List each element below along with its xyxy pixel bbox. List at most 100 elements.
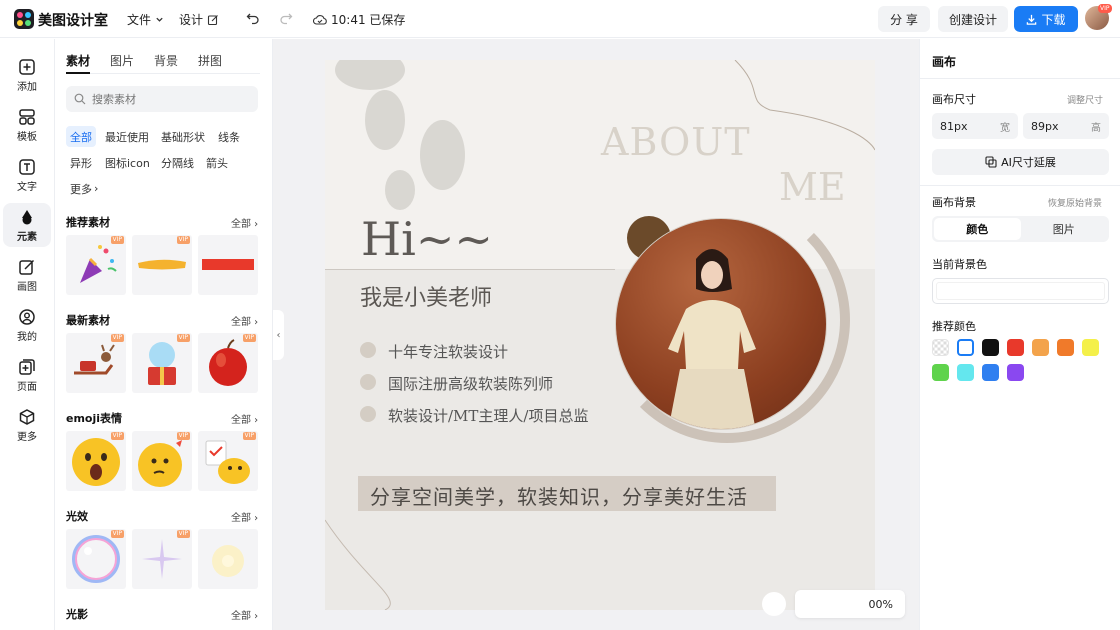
download-button[interactable]: 下载 [1014, 6, 1078, 32]
tagline-text[interactable]: 分享空间美学，软装知识，分享美好生活 [370, 481, 748, 510]
rail-item-templates[interactable]: 模板 [3, 103, 51, 147]
chip-irregular[interactable]: 异形 [66, 152, 96, 173]
color-swatch[interactable] [957, 339, 974, 356]
color-swatch[interactable] [932, 364, 949, 381]
asset-thumb-sparkle[interactable]: VIP [132, 529, 192, 589]
section-all-emoji[interactable]: 全部 › [231, 411, 258, 426]
all-label: 全部 [231, 611, 251, 622]
tab-collage[interactable]: 拼图 [198, 52, 222, 74]
panel-title: 画布 [932, 55, 957, 69]
tab-backgrounds[interactable]: 背景 [154, 52, 178, 74]
portrait-photo[interactable] [615, 218, 827, 430]
file-menu[interactable]: 文件 [127, 11, 164, 28]
asset-thumb-red-bar[interactable] [198, 235, 258, 295]
hi-greeting[interactable]: Hi~~ [361, 212, 493, 266]
rail-item-mine[interactable]: 我的 [3, 303, 51, 347]
rail-item-text[interactable]: 文字 [3, 153, 51, 197]
collapse-panel-button[interactable]: ‹ [273, 310, 284, 360]
asset-thumb-bubble[interactable]: VIP [66, 529, 126, 589]
width-value: 81px [940, 119, 968, 133]
sleigh-icon [74, 344, 115, 375]
zoom-control[interactable]: 00% [795, 590, 905, 618]
height-field[interactable]: 89px 高 [1023, 113, 1109, 139]
tab-bg-image[interactable]: 图片 [1021, 218, 1108, 240]
color-swatch[interactable] [932, 339, 949, 356]
save-status-text: 10:41 已保存 [331, 13, 406, 27]
color-swatch[interactable] [957, 364, 974, 381]
zoom-help-button[interactable] [762, 592, 786, 616]
redo-icon[interactable] [277, 9, 295, 27]
rail-item-label: 更多 [17, 431, 37, 443]
color-swatch[interactable] [982, 339, 999, 356]
rail-item-elements[interactable]: 元素 [3, 203, 51, 247]
asset-thumb-thinking-emoji[interactable]: VIP [132, 431, 192, 491]
section-all-recommended[interactable]: 全部 › [231, 215, 258, 230]
tab-bg-color[interactable]: 颜色 [934, 218, 1021, 240]
chip-icons[interactable]: 图标icon [101, 152, 154, 173]
app-logo-icon[interactable] [14, 9, 34, 29]
asset-thumb-scared-emoji[interactable]: VIP [66, 431, 126, 491]
color-swatch[interactable] [982, 364, 999, 381]
bullet-text-3[interactable]: 软装设计/MT主理人/项目总监 [388, 405, 588, 426]
rail-item-add[interactable]: 添加 [3, 53, 51, 97]
asset-thumb-party-popper[interactable]: VIP [66, 235, 126, 295]
undo-icon[interactable] [244, 9, 262, 27]
bg-type-toggle: 颜色 图片 [932, 216, 1109, 242]
chip-recent[interactable]: 最近使用 [101, 126, 153, 147]
color-swatch[interactable] [1082, 339, 1099, 356]
asset-thumb-snow-globe-gift[interactable]: VIP [132, 333, 192, 393]
asset-thumb-apple[interactable]: VIP [198, 333, 258, 393]
asset-thumb-santa-sleigh[interactable]: VIP [66, 333, 126, 393]
canvas-bg-label: 画布背景 [932, 196, 976, 209]
all-label: 全部 [231, 513, 251, 524]
add-page-icon [19, 358, 35, 375]
current-bg-color[interactable] [932, 278, 1109, 304]
share-button[interactable]: 分 享 [878, 6, 930, 32]
download-label: 下载 [1041, 12, 1066, 27]
chip-dividers[interactable]: 分隔线 [157, 152, 198, 173]
color-swatch[interactable] [1032, 339, 1049, 356]
rail-item-label: 元素 [17, 231, 37, 243]
chip-lines[interactable]: 线条 [214, 126, 244, 147]
divider [920, 185, 1120, 186]
section-all-light-effects[interactable]: 全部 › [231, 509, 258, 524]
width-field[interactable]: 81px 宽 [932, 113, 1018, 139]
intro-subtitle[interactable]: 我是小美老师 [360, 280, 492, 312]
rail-item-more[interactable]: 更多 [3, 403, 51, 447]
height-value: 89px [1031, 119, 1059, 133]
bullet-text-2[interactable]: 国际注册高级软装陈列师 [388, 373, 553, 394]
height-unit: 高 [1091, 122, 1101, 134]
asset-thumb-brush-stroke[interactable]: VIP [132, 235, 192, 295]
tab-images[interactable]: 图片 [110, 52, 134, 74]
bullet-text-1[interactable]: 十年专注软装设计 [388, 341, 508, 362]
color-swatch[interactable] [1007, 364, 1024, 381]
resize-link[interactable]: 调整尺寸 [1067, 93, 1103, 106]
ai-resize-label: AI尺寸延展 [1001, 156, 1056, 169]
ai-resize-button[interactable]: AI尺寸延展 [932, 149, 1109, 175]
chick-emoji-icon [205, 440, 250, 484]
tab-materials[interactable]: 素材 [66, 52, 91, 74]
app-brand[interactable]: 美图设计室 [38, 10, 108, 30]
rail-item-label: 页面 [17, 381, 37, 393]
create-design-button[interactable]: 创建设计 [938, 6, 1008, 32]
color-swatch[interactable] [1007, 339, 1024, 356]
chip-basic-shapes[interactable]: 基础形状 [157, 126, 209, 147]
chip-more[interactable]: 更多 › [66, 178, 102, 199]
vip-badge: VIP [176, 236, 190, 244]
section-all-latest[interactable]: 全部 › [231, 313, 258, 328]
color-swatch[interactable] [1057, 339, 1074, 356]
me-title[interactable]: ME [779, 165, 846, 209]
design-menu[interactable]: 设计 [179, 11, 219, 28]
chip-arrows[interactable]: 箭头 [202, 152, 232, 173]
search-input[interactable] [92, 92, 242, 106]
asset-thumb-chick-emoji[interactable]: VIP [198, 431, 258, 491]
section-all-light-shadow[interactable]: 全部 › [231, 607, 258, 622]
design-canvas[interactable]: ABOUT ME Hi~~ 我是小美老师 十年专注软装设计 国际注册高级软装陈列… [325, 60, 875, 610]
rail-item-draw[interactable]: 画图 [3, 253, 51, 297]
restore-bg-link[interactable]: 恢复原始背景 [1048, 196, 1102, 209]
about-title[interactable]: ABOUT [601, 120, 751, 164]
chevron-down-icon [156, 17, 163, 22]
chip-all[interactable]: 全部 [66, 126, 96, 147]
rail-item-pages[interactable]: 页面 [3, 353, 51, 397]
asset-thumb-glow[interactable] [198, 529, 258, 589]
